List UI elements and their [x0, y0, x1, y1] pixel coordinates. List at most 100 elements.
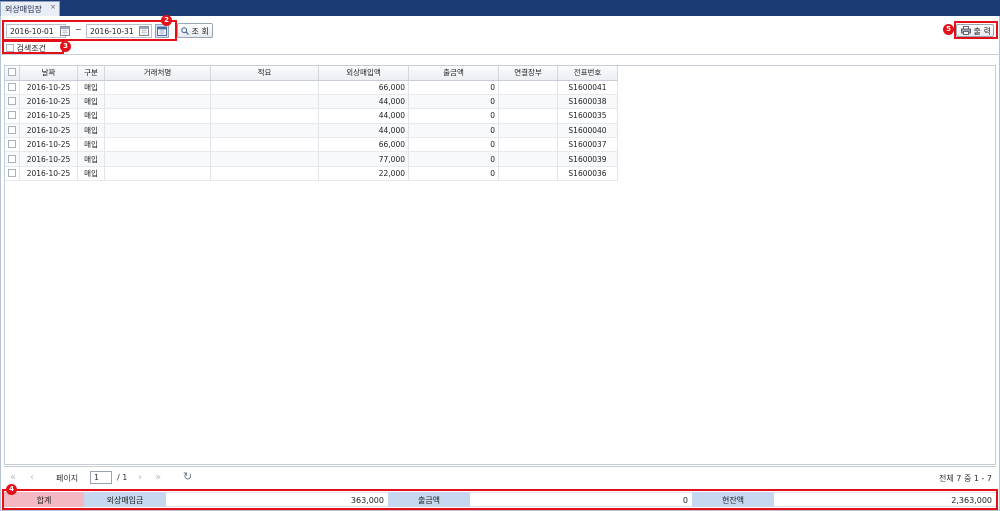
- row-checkbox[interactable]: [5, 151, 20, 167]
- cell-date: 2016-10-25: [19, 123, 78, 139]
- ledger-grid: 날짜 구분 거래처명 적요 외상매입액 출금액 연결장부 전표번호 2016-1…: [4, 65, 996, 465]
- page-input[interactable]: 1: [90, 471, 112, 484]
- cell-linked-ledger: [498, 108, 558, 124]
- cell-vendor: [104, 151, 211, 167]
- next-page-icon[interactable]: ›: [138, 472, 142, 483]
- page-label: 페이지: [56, 474, 79, 483]
- cell-date: 2016-10-25: [19, 151, 78, 167]
- row-checkbox[interactable]: [5, 94, 20, 110]
- cell-linked-ledger: [498, 123, 558, 139]
- cell-credit-purchase: 44,000: [318, 108, 409, 124]
- badge-3: 3: [60, 41, 71, 52]
- table-row[interactable]: 2016-10-25 매입 44,000 0 S1600040: [5, 123, 618, 139]
- highlight-search-condition: [2, 40, 64, 54]
- cell-vendor: [104, 80, 211, 95]
- cell-linked-ledger: [498, 137, 558, 153]
- refresh-icon[interactable]: ↻: [183, 470, 192, 483]
- cell-memo: [210, 166, 319, 182]
- cell-linked-ledger: [498, 151, 558, 167]
- pager: « ‹ 페이지 1 / 1 › » ↻ 전체 7 중 1 - 7: [4, 466, 996, 488]
- search-button-label: 조 회: [191, 27, 209, 36]
- badge-5: 5: [943, 24, 954, 35]
- cell-date: 2016-10-25: [19, 94, 78, 110]
- cell-type: 매입: [77, 108, 105, 124]
- cell-memo: [210, 137, 319, 153]
- col-header-type[interactable]: 구분: [77, 66, 105, 81]
- badge-4: 4: [6, 484, 17, 495]
- col-header-voucher-no[interactable]: 전표번호: [557, 66, 618, 81]
- col-header-date[interactable]: 날짜: [19, 66, 78, 81]
- cell-memo: [210, 94, 319, 110]
- title-bar: [0, 0, 1000, 16]
- col-header-credit-purchase[interactable]: 외상매입액: [318, 66, 409, 81]
- prev-page-icon[interactable]: ‹: [30, 472, 34, 483]
- cell-credit-purchase: 44,000: [318, 123, 409, 139]
- cell-payment: 0: [408, 108, 499, 124]
- cell-payment: 0: [408, 151, 499, 167]
- cell-payment: 0: [408, 137, 499, 153]
- cell-memo: [210, 80, 319, 95]
- row-checkbox[interactable]: [5, 123, 20, 139]
- page-total: / 1: [117, 473, 128, 482]
- cell-linked-ledger: [498, 80, 558, 95]
- highlight-print: [954, 21, 998, 39]
- table-row[interactable]: 2016-10-25 매입 66,000 0 S1600041: [5, 80, 618, 95]
- cell-payment: 0: [408, 123, 499, 139]
- cell-type: 매입: [77, 151, 105, 167]
- cell-voucher-no: S1600041: [557, 80, 618, 95]
- table-row[interactable]: 2016-10-25 매입 77,000 0 S1600039: [5, 151, 618, 167]
- cell-date: 2016-10-25: [19, 80, 78, 95]
- cell-voucher-no: S1600035: [557, 108, 618, 124]
- cell-payment: 0: [408, 166, 499, 182]
- tab-purchase-ledger[interactable]: 외상매입장 ×: [0, 1, 60, 16]
- cell-vendor: [104, 166, 211, 182]
- search-button[interactable]: 조 회: [177, 23, 213, 38]
- cell-credit-purchase: 66,000: [318, 80, 409, 95]
- cell-type: 매입: [77, 137, 105, 153]
- col-header-memo[interactable]: 적요: [210, 66, 319, 81]
- table-row[interactable]: 2016-10-25 매입 66,000 0 S1600037: [5, 137, 618, 153]
- highlight-date-range: [2, 20, 177, 41]
- cell-voucher-no: S1600036: [557, 166, 618, 182]
- cell-type: 매입: [77, 166, 105, 182]
- row-checkbox[interactable]: [5, 80, 20, 95]
- col-header-linked-ledger[interactable]: 연결장부: [498, 66, 558, 81]
- cell-memo: [210, 151, 319, 167]
- tab-close-icon[interactable]: ×: [50, 3, 56, 11]
- cell-voucher-no: S1600040: [557, 123, 618, 139]
- table-row[interactable]: 2016-10-25 매입 22,000 0 S1600036: [5, 166, 618, 182]
- cell-voucher-no: S1600039: [557, 151, 618, 167]
- cell-type: 매입: [77, 80, 105, 95]
- table-row[interactable]: 2016-10-25 매입 44,000 0 S1600038: [5, 94, 618, 110]
- badge-2: 2: [161, 15, 172, 26]
- cell-vendor: [104, 137, 211, 153]
- search-icon: [181, 27, 189, 35]
- cell-credit-purchase: 77,000: [318, 151, 409, 167]
- record-count: 전체 7 중 1 - 7: [939, 474, 992, 483]
- cell-vendor: [104, 94, 211, 110]
- row-checkbox[interactable]: [5, 137, 20, 153]
- cell-memo: [210, 123, 319, 139]
- select-all-checkbox[interactable]: [5, 66, 20, 81]
- cell-credit-purchase: 44,000: [318, 94, 409, 110]
- cell-date: 2016-10-25: [19, 166, 78, 182]
- cell-payment: 0: [408, 80, 499, 95]
- cell-type: 매입: [77, 123, 105, 139]
- cell-payment: 0: [408, 94, 499, 110]
- first-page-icon[interactable]: «: [10, 472, 16, 483]
- cell-vendor: [104, 108, 211, 124]
- col-header-payment[interactable]: 출금액: [408, 66, 499, 81]
- row-checkbox[interactable]: [5, 108, 20, 124]
- cell-linked-ledger: [498, 94, 558, 110]
- cell-vendor: [104, 123, 211, 139]
- last-page-icon[interactable]: »: [155, 472, 161, 483]
- cell-linked-ledger: [498, 166, 558, 182]
- ledger-table: 날짜 구분 거래처명 적요 외상매입액 출금액 연결장부 전표번호 2016-1…: [5, 66, 618, 182]
- cell-type: 매입: [77, 94, 105, 110]
- cell-memo: [210, 108, 319, 124]
- table-row[interactable]: 2016-10-25 매입 44,000 0 S1600035: [5, 108, 618, 124]
- row-checkbox[interactable]: [5, 166, 20, 182]
- tab-title: 외상매입장: [5, 5, 42, 14]
- cell-date: 2016-10-25: [19, 108, 78, 124]
- col-header-vendor[interactable]: 거래처명: [104, 66, 211, 81]
